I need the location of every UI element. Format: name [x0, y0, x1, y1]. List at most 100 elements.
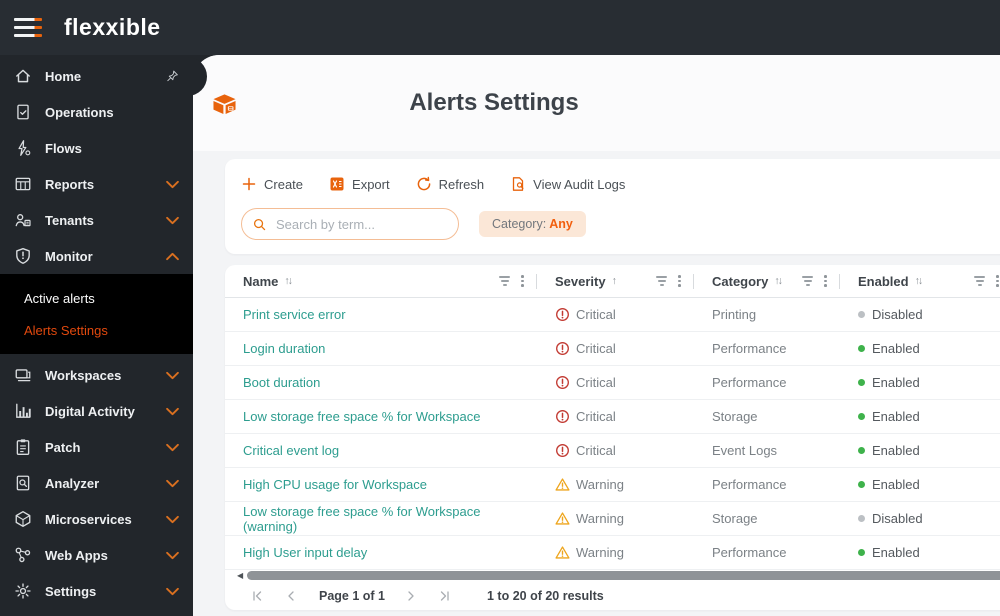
sidebar-item[interactable]: Workspaces	[0, 357, 193, 393]
status-dot	[858, 379, 865, 386]
status-text: Disabled	[872, 307, 923, 322]
filter-icon[interactable]	[656, 276, 668, 286]
sidebar-subitem[interactable]: Active alerts	[0, 282, 193, 314]
sidebar-item[interactable]: Operations	[0, 94, 193, 130]
column-menu-icon[interactable]	[996, 275, 999, 287]
sidebar-subitem[interactable]: Alerts Settings	[0, 314, 193, 346]
first-page-icon[interactable]	[251, 590, 265, 602]
sidebar-item[interactable]: Settings	[0, 573, 193, 609]
sidebar-item[interactable]: Home	[0, 58, 193, 94]
filter-icon[interactable]	[499, 276, 511, 286]
monitor-submenu: Active alerts Alerts Settings	[0, 274, 193, 354]
page-header: Alerts Settings	[193, 55, 1000, 151]
category-filter-chip[interactable]: Category: Any	[479, 211, 586, 237]
column-menu-icon[interactable]	[824, 275, 827, 287]
scroll-left-arrow[interactable]: ◀	[237, 571, 243, 580]
scrollbar-thumb[interactable]	[247, 571, 1000, 580]
column-header-severity[interactable]: Severity	[537, 265, 694, 298]
alerts-table-card: Name Severity Category	[225, 265, 1000, 610]
category-text: Storage	[694, 400, 840, 434]
alert-name-link[interactable]: High CPU usage for Workspace	[243, 477, 427, 492]
status-text: Enabled	[872, 545, 920, 560]
page-title: Alerts Settings	[409, 89, 579, 116]
column-header-name[interactable]: Name	[225, 265, 537, 298]
alert-name-link[interactable]: Low storage free space % for Workspace	[243, 409, 481, 424]
last-page-icon[interactable]	[439, 590, 453, 602]
sidebar-item[interactable]: Digital Activity	[0, 393, 193, 429]
chevron-down-icon	[166, 513, 179, 526]
alert-name-link[interactable]: Critical event log	[243, 443, 339, 458]
alert-name-link[interactable]: Print service error	[243, 307, 346, 322]
sidebar-item-label: Patch	[45, 439, 81, 455]
severity-text: Warning	[576, 545, 624, 560]
sidebar-item-label: Settings	[45, 583, 97, 599]
sidebar-item[interactable]: Flows	[0, 130, 193, 166]
column-menu-icon[interactable]	[678, 275, 681, 287]
export-button[interactable]: Export	[329, 176, 390, 192]
menu-icon[interactable]	[14, 18, 42, 37]
status-dot	[858, 345, 865, 352]
chevron-down-icon	[166, 178, 179, 191]
tenants-icon	[14, 211, 32, 229]
filter-icon[interactable]	[974, 276, 986, 286]
results-count: 1 to 20 of 20 results	[487, 589, 604, 603]
sidebar-item[interactable]: Tenants	[0, 202, 193, 238]
sidebar-item[interactable]: Microservices	[0, 501, 193, 537]
sidebar-item-label: Digital Activity	[45, 403, 135, 419]
search-box	[241, 208, 459, 240]
critical-icon	[555, 307, 570, 322]
sidebar-item[interactable]: Web Apps	[0, 537, 193, 573]
chevron-down-icon	[166, 405, 179, 418]
settings-icon	[14, 582, 32, 600]
reports-icon	[14, 175, 32, 193]
next-page-icon[interactable]	[405, 590, 419, 602]
sidebar-item-label: Analyzer	[45, 475, 100, 491]
status-text: Enabled	[872, 341, 920, 356]
alert-name-link[interactable]: Low storage free space % for Workspace (…	[243, 504, 537, 534]
refresh-icon	[416, 176, 432, 192]
main-content: Alerts Settings Create Export Refresh Vi…	[193, 55, 1000, 616]
filter-row: Category:Any	[241, 208, 996, 240]
status-dot	[858, 481, 865, 488]
top-bar: flexxible	[0, 0, 1000, 55]
alert-name-link[interactable]: High User input delay	[243, 545, 367, 560]
filter-icon[interactable]	[802, 276, 814, 286]
severity-text: Critical	[576, 375, 616, 390]
alert-name-link[interactable]: Boot duration	[243, 375, 320, 390]
sidebar-primary-nav: Home Operations Flows Reports Tenants Mo…	[0, 55, 193, 274]
status-dot	[858, 447, 865, 454]
excel-icon	[329, 176, 345, 192]
search-input[interactable]	[274, 215, 458, 233]
sidebar-item-label: Home	[45, 68, 82, 84]
sort-icon[interactable]	[915, 275, 922, 287]
sidebar-item[interactable]: Reports	[0, 166, 193, 202]
sort-icon[interactable]	[612, 275, 617, 287]
flows-icon	[14, 139, 32, 157]
column-menu-icon[interactable]	[521, 275, 524, 287]
sort-icon[interactable]	[284, 275, 291, 287]
category-text: Storage	[694, 502, 840, 536]
severity-text: Warning	[576, 477, 624, 492]
sidebar-item[interactable]: Monitor	[0, 238, 193, 274]
microservices-icon	[14, 510, 32, 528]
refresh-button[interactable]: Refresh	[416, 176, 484, 192]
create-button[interactable]: Create	[241, 176, 303, 192]
alert-name-link[interactable]: Login duration	[243, 341, 325, 356]
alerts-table: Name Severity Category	[225, 265, 1000, 570]
shield-icon	[14, 247, 32, 265]
view-audit-logs-button[interactable]: View Audit Logs	[510, 176, 625, 192]
prev-page-icon[interactable]	[285, 590, 299, 602]
column-header-enabled[interactable]: Enabled	[840, 265, 1000, 298]
analyzer-icon	[14, 474, 32, 492]
sidebar-item-label: Web Apps	[45, 547, 108, 563]
sidebar-item[interactable]: Analyzer	[0, 465, 193, 501]
workspaces-icon	[14, 366, 32, 384]
warning-icon	[555, 477, 570, 492]
column-header-category[interactable]: Category	[694, 265, 840, 298]
status-dot	[858, 515, 865, 522]
sidebar-item[interactable]: Patch	[0, 429, 193, 465]
category-text: Performance	[694, 332, 840, 366]
category-text: Event Logs	[694, 434, 840, 468]
sort-icon[interactable]	[774, 275, 781, 287]
severity-text: Warning	[576, 511, 624, 526]
